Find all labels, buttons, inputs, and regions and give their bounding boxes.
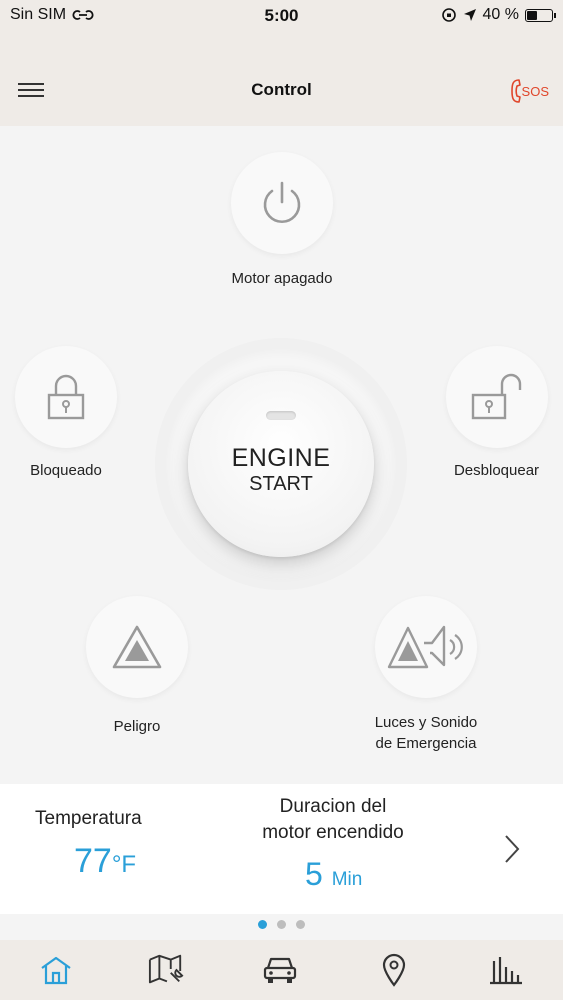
orientation-lock-icon bbox=[441, 8, 456, 22]
engine-start-button[interactable]: ENGINE START bbox=[188, 371, 374, 557]
status-right: 40 % bbox=[441, 6, 556, 24]
sos-label: SOS bbox=[521, 83, 549, 99]
lights-sound-label: Luces y Sonido de Emergencia bbox=[374, 714, 478, 752]
unlock-label: Desbloquear bbox=[453, 462, 540, 479]
tab-statistics[interactable] bbox=[488, 952, 524, 988]
tab-vehicle[interactable] bbox=[262, 952, 298, 988]
car-icon bbox=[263, 957, 297, 983]
lock-icon bbox=[47, 374, 85, 420]
page-dot[interactable] bbox=[296, 920, 305, 929]
engine-duration-label: Duracion del motor encendido bbox=[262, 796, 404, 843]
engine-duration-value: 5 Min bbox=[305, 856, 363, 892]
home-icon bbox=[41, 956, 71, 985]
lock-control[interactable]: Bloqueado bbox=[0, 346, 132, 481]
vehicle-info-panel[interactable]: Temperatura 77°F Duracion del motor ence… bbox=[0, 784, 563, 914]
temperature-label: Temperatura bbox=[35, 808, 142, 829]
tab-location[interactable] bbox=[376, 952, 412, 988]
engine-status-label: Motor apagado bbox=[231, 270, 333, 287]
hazard-icon bbox=[112, 625, 162, 669]
engine-start-ring: ENGINE START bbox=[165, 348, 397, 580]
tab-map-service[interactable] bbox=[148, 952, 184, 988]
page-dot[interactable] bbox=[258, 920, 267, 929]
engine-status-control[interactable]: Motor apagado bbox=[180, 152, 384, 289]
engine-start-line2: START bbox=[249, 473, 313, 495]
location-pin-icon bbox=[382, 953, 406, 987]
chevron-right-icon[interactable] bbox=[504, 834, 520, 864]
lights-sound-control[interactable]: Luces y Sonido de Emergencia bbox=[350, 596, 502, 754]
phone-icon bbox=[510, 79, 521, 103]
tab-home[interactable] bbox=[38, 952, 74, 988]
status-bar: Sin SIM 5:00 40 % bbox=[0, 0, 563, 30]
lock-label: Bloqueado bbox=[30, 462, 102, 479]
engine-start-line1: ENGINE bbox=[231, 444, 331, 472]
page-title: Control bbox=[251, 80, 312, 99]
control-panel: Motor apagado Bloqueado Desbloquear ENGI… bbox=[0, 126, 563, 784]
hazard-label: Peligro bbox=[113, 718, 161, 735]
unlock-button[interactable] bbox=[445, 346, 548, 448]
power-button[interactable] bbox=[231, 152, 333, 254]
power-icon bbox=[263, 181, 301, 223]
temperature-value: 77°F bbox=[74, 842, 137, 880]
tab-bar bbox=[0, 940, 563, 1000]
lock-button[interactable] bbox=[15, 346, 117, 448]
map-service-icon bbox=[148, 954, 184, 984]
battery-fill bbox=[527, 10, 537, 20]
hazard-control[interactable]: Peligro bbox=[72, 596, 202, 737]
sos-button[interactable]: SOS bbox=[510, 78, 549, 104]
lights-sound-icon bbox=[387, 625, 463, 669]
lights-sound-button[interactable] bbox=[375, 596, 477, 698]
stats-icon bbox=[490, 957, 522, 985]
battery-percent: 40 % bbox=[482, 6, 519, 23]
unlock-icon bbox=[471, 373, 521, 420]
unlock-control[interactable]: Desbloquear bbox=[430, 346, 563, 481]
page-indicator[interactable] bbox=[0, 920, 563, 929]
page-dot[interactable] bbox=[277, 920, 286, 929]
location-arrow-icon bbox=[463, 9, 476, 21]
hazard-button[interactable] bbox=[86, 596, 188, 698]
nav-bar: Control SOS bbox=[0, 30, 563, 126]
battery-icon bbox=[525, 8, 556, 22]
engine-indicator-light bbox=[266, 411, 296, 420]
